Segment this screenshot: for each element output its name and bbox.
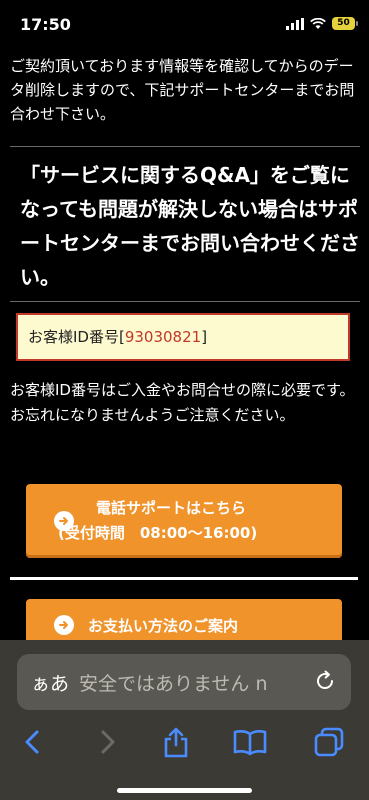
bookmarks-button[interactable]	[230, 722, 270, 762]
back-button[interactable]	[13, 722, 53, 762]
customer-id-note: お客様ID番号はご入金やお問合せの際に必要です。お忘れになりませんようご注意くだ…	[10, 381, 355, 424]
share-icon	[164, 727, 188, 758]
phone-button-title: 電話サポートはこちら	[96, 499, 247, 517]
battery-icon: 50	[332, 17, 358, 30]
intro-text: ご契約頂いております情報等を確認してからのデータ削除しますので、下記サポートセン…	[10, 57, 355, 123]
page-settings-button[interactable]: ぁあ	[31, 669, 69, 696]
bookmarks-icon	[233, 730, 267, 756]
status-time: 17:50	[20, 15, 71, 34]
arrow-right-icon	[54, 615, 74, 635]
wifi-icon	[310, 17, 326, 29]
status-icons: 50	[286, 17, 358, 30]
divider	[10, 301, 360, 302]
reload-icon[interactable]	[313, 669, 337, 693]
address-text[interactable]: 安全ではありません n	[79, 669, 268, 696]
bottom-toolbar	[0, 722, 369, 766]
payment-button-label: お支払い方法のご案内	[88, 616, 239, 635]
forward-icon	[101, 730, 115, 754]
page-content: ご契約頂いております情報等を確認してからのデータ削除しますので、下記サポートセン…	[0, 50, 369, 660]
qa-notice: 「サービスに関するQ&A」をご覧になっても問題が解決しない場合はサポートセンター…	[20, 163, 360, 289]
phone-button-hours: (受付時間 08:00〜16:00)	[58, 524, 258, 542]
customer-id-number: 93030821	[124, 328, 202, 346]
section-divider	[10, 577, 358, 580]
share-button[interactable]	[156, 722, 196, 762]
back-icon	[25, 730, 39, 754]
browser-toolbar: ぁあ 安全ではありません n	[0, 640, 369, 800]
customer-id-suffix: ]	[201, 328, 208, 346]
status-bar: 17:50 50	[0, 0, 369, 50]
tabs-icon	[314, 727, 344, 757]
tabs-button[interactable]	[309, 722, 349, 762]
home-indicator	[117, 788, 252, 793]
signal-icon	[286, 17, 304, 30]
phone-button-text: 電話サポートはこちら (受付時間 08:00〜16:00)	[58, 496, 257, 546]
phone-support-button[interactable]: 電話サポートはこちら (受付時間 08:00〜16:00)	[26, 484, 342, 558]
divider	[10, 146, 360, 147]
customer-id-label: お客様ID番号[	[28, 328, 125, 346]
address-bar[interactable]: ぁあ 安全ではありません n	[17, 654, 351, 710]
forward-button[interactable]	[87, 722, 127, 762]
customer-id-box: お客様ID番号[93030821]	[16, 313, 350, 361]
